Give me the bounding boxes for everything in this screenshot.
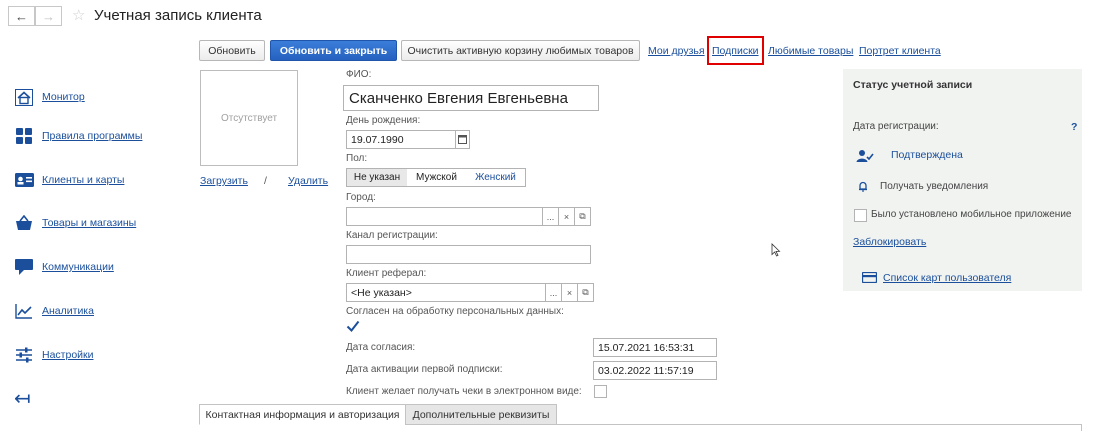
photo-box: Отсутствует: [200, 70, 298, 166]
checkmark-icon: [346, 320, 360, 333]
gender-option-none[interactable]: Не указан: [346, 168, 408, 187]
help-icon[interactable]: ?: [1071, 121, 1077, 133]
referral-input[interactable]: <Не указан>: [346, 283, 546, 302]
status-title: Статус учетной записи: [853, 79, 973, 91]
page-title: Учетная запись клиента: [94, 7, 262, 24]
city-clear-button[interactable]: ×: [559, 207, 575, 226]
sidebar-item-clients-cards[interactable]: Клиенты и карты: [14, 169, 124, 191]
chart-icon: [14, 302, 34, 320]
chat-icon: [14, 258, 34, 276]
arrow-left-icon: ←: [15, 8, 28, 24]
channel-input[interactable]: [346, 245, 591, 264]
gender-option-female[interactable]: Женский: [466, 168, 526, 187]
referral-clear-button[interactable]: ×: [562, 283, 578, 302]
sidebar-item-settings[interactable]: Настройки: [14, 344, 94, 366]
link-my-friends[interactable]: Мои друзья: [648, 45, 705, 57]
sidebar-item-communications[interactable]: Коммуникации: [14, 256, 114, 278]
birthday-label: День рождения:: [346, 115, 421, 126]
block-account-link[interactable]: Заблокировать: [853, 236, 926, 248]
first-subscription-input[interactable]: 03.02.2022 11:57:19: [593, 361, 717, 380]
referral-select-button[interactable]: ...: [546, 283, 562, 302]
highlight-frame: [707, 36, 764, 65]
fio-input[interactable]: Сканченко Евгения Евгеньевна: [343, 85, 599, 111]
id-card-icon: [14, 171, 34, 189]
mobile-app-label: Было установлено мобильное приложение: [871, 209, 1072, 220]
first-subscription-label: Дата активации первой подписки:: [346, 364, 503, 375]
sidebar-item-label: Монитор: [42, 91, 85, 103]
sidebar-item-label: Аналитика: [42, 305, 94, 317]
arrow-right-icon: →: [42, 8, 55, 24]
upload-photo-link[interactable]: Загрузить: [200, 175, 248, 187]
account-status-panel: [843, 69, 1082, 291]
sidebar-item-label: Товары и магазины: [42, 217, 137, 229]
card-icon: [861, 271, 878, 286]
sidebar-item-monitor[interactable]: Монитор: [14, 86, 85, 108]
city-open-button[interactable]: ⧉: [575, 207, 591, 226]
grid-icon: [14, 127, 34, 145]
favorite-star-icon[interactable]: ☆: [72, 6, 85, 24]
city-input[interactable]: [346, 207, 543, 226]
bell-icon: [858, 181, 868, 195]
city-label: Город:: [346, 192, 376, 203]
consent-date-input[interactable]: 15.07.2021 16:53:31: [593, 338, 717, 357]
channel-label: Канал регистрации:: [346, 230, 438, 241]
consent-date-label: Дата согласия:: [346, 342, 416, 353]
notify-label: Получать уведомления: [880, 181, 989, 192]
receipts-checkbox[interactable]: [594, 385, 607, 398]
photo-placeholder: Отсутствует: [220, 112, 278, 124]
cards-list-link[interactable]: Список карт пользователя: [883, 272, 1011, 284]
tab-additional-details[interactable]: Дополнительные реквизиты: [405, 404, 557, 425]
sliders-icon: [14, 346, 34, 364]
back-button[interactable]: ←: [8, 6, 35, 26]
link-favorite-goods[interactable]: Любимые товары: [768, 45, 853, 57]
tabs-panel-border: [1081, 424, 1082, 431]
refresh-close-button[interactable]: Обновить и закрыть: [270, 40, 397, 61]
calendar-icon: [458, 135, 467, 144]
referral-label: Клиент реферал:: [346, 268, 427, 279]
sidebar-item-label: Настройки: [42, 349, 94, 361]
sidebar-item-label: Клиенты и карты: [42, 174, 125, 186]
user-check-icon: [856, 149, 874, 166]
photo-link-separator: /: [264, 175, 267, 187]
sidebar-item-goods-stores[interactable]: Товары и магазины: [14, 212, 136, 234]
confirmed-status[interactable]: Подтверждена: [891, 149, 963, 161]
consent-label: Согласен на обработку персональных данны…: [346, 306, 564, 317]
receipts-label: Клиент желает получать чеки в электронно…: [346, 386, 582, 397]
collapse-sidebar-icon[interactable]: ↤: [14, 388, 31, 410]
tab-contact-info[interactable]: Контактная информация и авторизация: [199, 404, 406, 425]
mobile-app-checkbox[interactable]: [854, 209, 867, 222]
birthday-input[interactable]: 19.07.1990: [346, 130, 456, 149]
basket-icon: [14, 214, 34, 232]
calendar-button[interactable]: [456, 130, 470, 149]
sidebar-item-program-rules[interactable]: Правила программы: [14, 125, 142, 147]
city-select-button[interactable]: ...: [543, 207, 559, 226]
clear-cart-button[interactable]: Очистить активную корзину любимых товаро…: [401, 40, 640, 61]
forward-button[interactable]: →: [35, 6, 62, 26]
sidebar-item-analytics[interactable]: Аналитика: [14, 300, 94, 322]
gender-option-male[interactable]: Мужской: [407, 168, 467, 187]
consent-checkbox[interactable]: [346, 320, 360, 333]
sidebar-item-label: Коммуникации: [42, 261, 114, 273]
sidebar-item-label: Правила программы: [42, 130, 143, 142]
referral-open-button[interactable]: ⧉: [578, 283, 594, 302]
link-client-portrait[interactable]: Портрет клиента: [859, 45, 941, 57]
mouse-cursor-icon: [771, 243, 781, 260]
home-icon: [14, 88, 34, 106]
gender-label: Пол:: [346, 153, 368, 164]
reg-date-label: Дата регистрации:: [853, 121, 939, 132]
fio-label: ФИО:: [346, 69, 372, 80]
refresh-button[interactable]: Обновить: [199, 40, 265, 61]
delete-photo-link[interactable]: Удалить: [288, 175, 328, 187]
